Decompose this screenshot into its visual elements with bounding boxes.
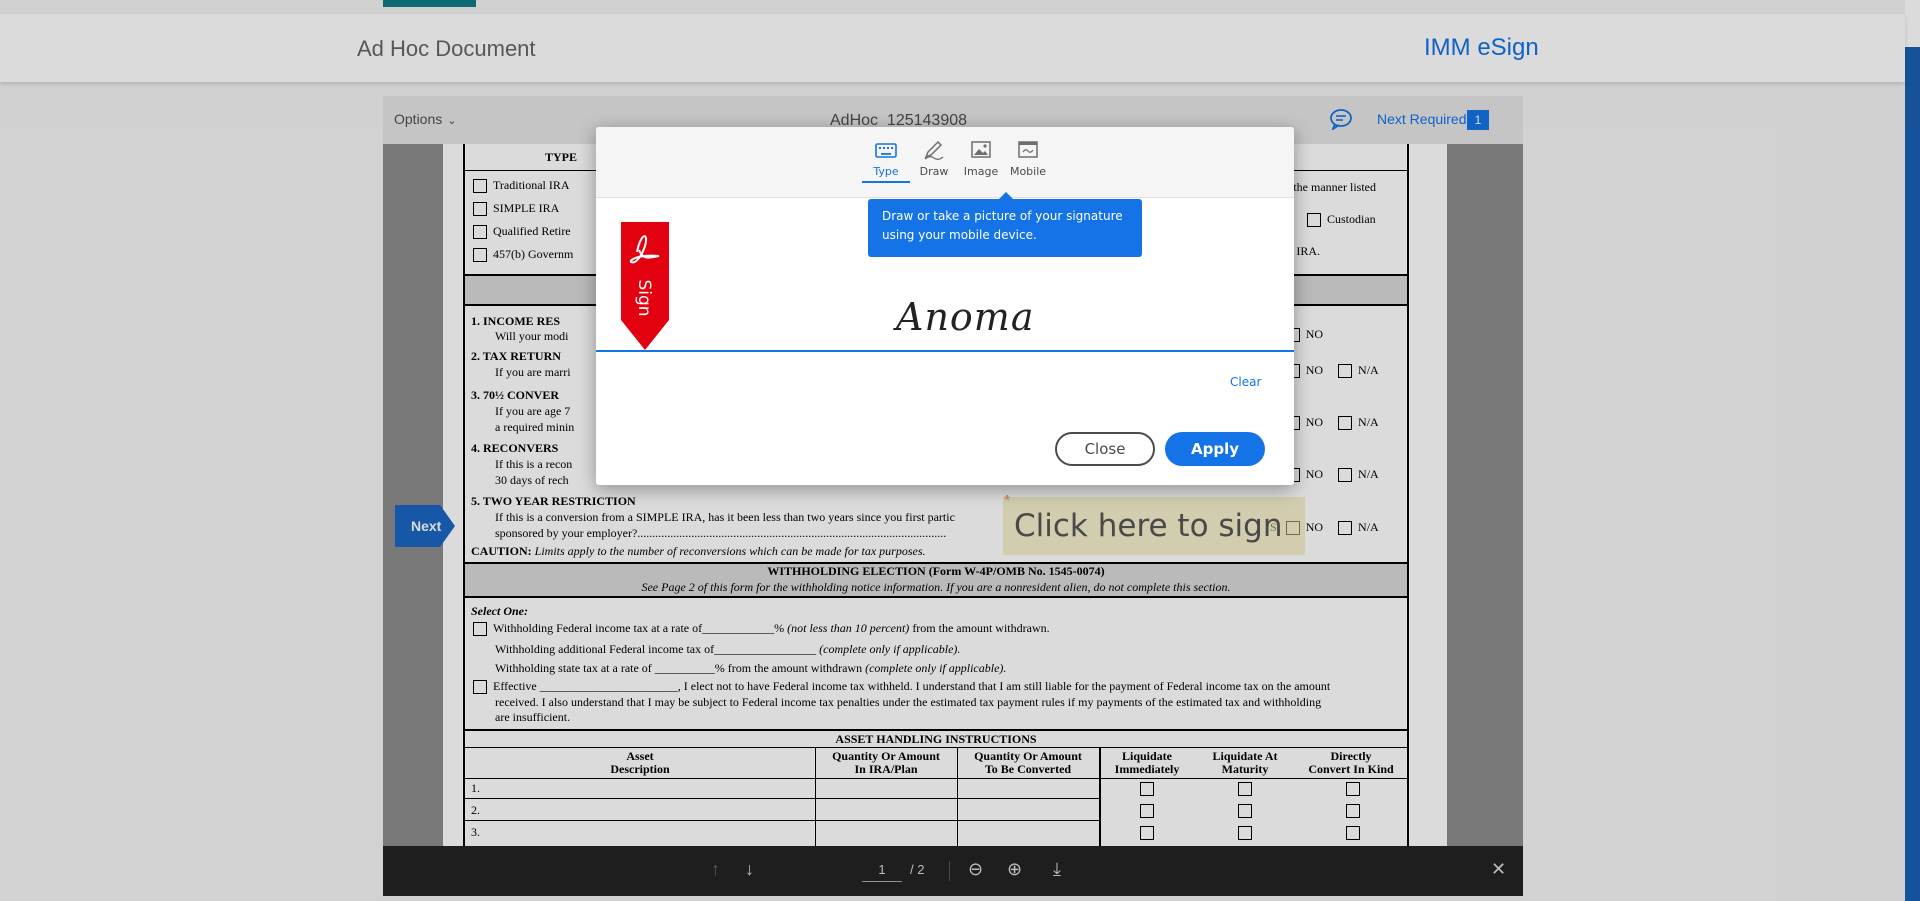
sign-ribbon-logo: Sign — [621, 222, 669, 350]
signature-dialog: Type Draw Image Mobile Draw or take a pi… — [596, 127, 1294, 485]
tab-image[interactable]: Image — [957, 139, 1005, 178]
tab-label: Image — [963, 165, 999, 178]
tab-label: Mobile — [1009, 165, 1047, 178]
pen-icon — [924, 140, 944, 160]
ribbon-label: Sign — [634, 279, 654, 316]
signature-baseline — [596, 350, 1294, 352]
keyboard-icon — [875, 143, 897, 158]
tab-mobile[interactable]: Mobile — [1004, 139, 1052, 178]
mobile-icon — [1018, 141, 1038, 158]
image-icon — [971, 141, 991, 158]
tab-type[interactable]: Type — [862, 139, 910, 183]
tab-label: Draw — [919, 165, 949, 178]
tab-draw[interactable]: Draw — [910, 139, 958, 178]
mobile-tooltip: Draw or take a picture of your signature… — [868, 192, 1142, 257]
apply-button[interactable]: Apply — [1165, 432, 1265, 466]
close-button[interactable]: Close — [1055, 432, 1155, 466]
clear-link[interactable]: Clear — [1230, 375, 1261, 389]
signature-method-tabs: Type Draw Image Mobile — [596, 127, 1294, 198]
tab-label: Type — [862, 165, 910, 183]
signature-preview[interactable]: Anoma — [896, 295, 1034, 339]
